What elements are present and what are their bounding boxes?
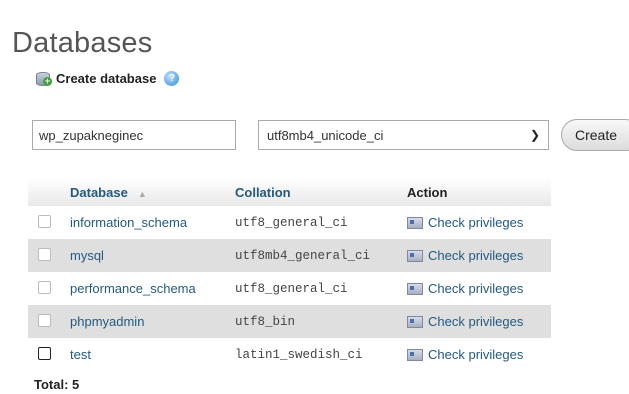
- check-privileges-link[interactable]: Check privileges: [407, 347, 545, 362]
- check-privileges-link[interactable]: Check privileges: [407, 281, 545, 296]
- page-title: Databases: [12, 27, 153, 60]
- help-icon[interactable]: ?: [164, 70, 180, 86]
- header-database[interactable]: Database ▲: [64, 178, 229, 206]
- collation-cell: utf8_general_ci: [229, 206, 401, 239]
- table-header-row: Database ▲ Collation Action: [28, 178, 551, 206]
- table-row: information_schema utf8_general_ci Check…: [28, 206, 551, 239]
- table-row: test latin1_swedish_ci Check privileges: [28, 338, 551, 371]
- database-name-input[interactable]: [32, 120, 236, 150]
- row-checkbox[interactable]: [38, 280, 51, 294]
- row-checkbox[interactable]: [38, 214, 51, 228]
- table-row: phpmyadmin utf8_bin Check privileges: [28, 305, 551, 338]
- create-button[interactable]: Create: [561, 119, 629, 151]
- header-action: Action: [401, 178, 551, 206]
- row-checkbox[interactable]: [38, 346, 51, 360]
- create-database-label: Create database: [56, 70, 157, 86]
- header-checkbox-cell: [28, 178, 64, 206]
- collation-cell: utf8_bin: [229, 305, 401, 338]
- database-link[interactable]: performance_schema: [70, 281, 196, 296]
- check-privileges-link[interactable]: Check privileges: [407, 215, 545, 230]
- privileges-icon: [407, 348, 423, 361]
- check-privileges-link[interactable]: Check privileges: [407, 314, 545, 329]
- privileges-icon: [407, 282, 423, 295]
- total-count: Total: 5: [34, 377, 80, 392]
- collation-cell: utf8_general_ci: [229, 272, 401, 305]
- databases-table: Database ▲ Collation Action information_s…: [28, 178, 551, 371]
- privileges-icon: [407, 249, 423, 262]
- database-add-icon: +: [34, 70, 52, 86]
- chevron-down-icon: ❯: [529, 128, 540, 142]
- database-link[interactable]: mysql: [70, 248, 104, 263]
- database-link[interactable]: phpmyadmin: [70, 314, 144, 329]
- privileges-icon: [407, 315, 423, 328]
- table-row: mysql utf8mb4_general_ci Check privilege…: [28, 239, 551, 272]
- collation-selected-value: utf8mb4_unicode_ci: [267, 127, 384, 143]
- create-database-heading: + Create database ?: [34, 70, 180, 86]
- check-privileges-link[interactable]: Check privileges: [407, 248, 545, 263]
- table-row: performance_schema utf8_general_ci Check…: [28, 272, 551, 305]
- collation-select[interactable]: utf8mb4_unicode_ci ❯: [258, 120, 549, 150]
- row-checkbox[interactable]: [38, 313, 51, 327]
- header-collation[interactable]: Collation: [229, 178, 401, 206]
- collation-cell: utf8mb4_general_ci: [229, 239, 401, 272]
- row-checkbox[interactable]: [38, 247, 51, 261]
- database-link[interactable]: information_schema: [70, 215, 187, 230]
- database-link[interactable]: test: [70, 347, 91, 362]
- privileges-icon: [407, 216, 423, 229]
- collation-cell: latin1_swedish_ci: [229, 338, 401, 371]
- sort-ascending-icon: ▲: [137, 188, 147, 199]
